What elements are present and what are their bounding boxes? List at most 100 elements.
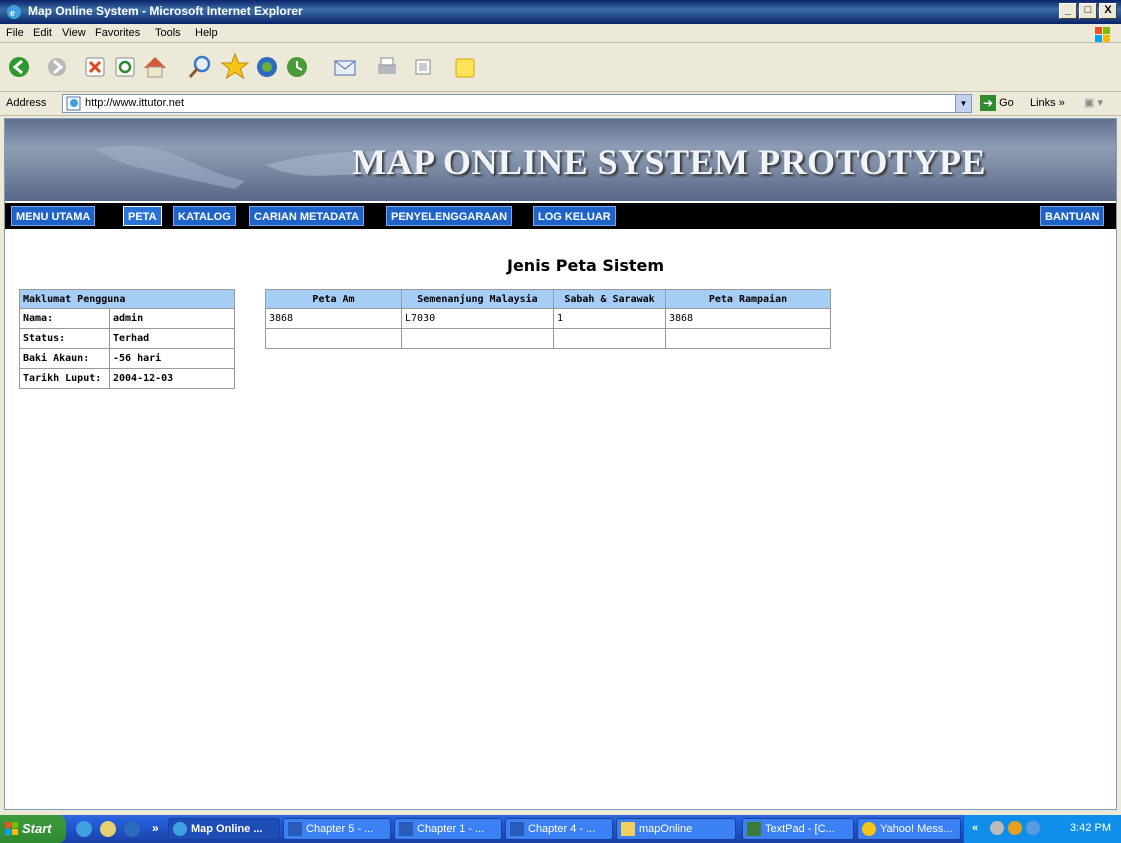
user-info-header: Maklumat Pengguna <box>19 289 235 309</box>
page-icon <box>66 96 81 111</box>
back-icon[interactable] <box>6 50 36 84</box>
page-viewport: MAP ONLINE SYSTEM PROTOTYPE MENU UTAMA P… <box>4 118 1117 810</box>
table-row: Status: Terhad <box>19 328 235 349</box>
svg-text:e: e <box>10 7 15 19</box>
table-cell: 1 <box>553 308 666 329</box>
menu-edit[interactable]: Edit <box>33 27 52 39</box>
word-doc-icon <box>399 822 413 836</box>
history-icon[interactable] <box>282 50 312 84</box>
start-label: Start <box>22 821 52 836</box>
address-label: Address <box>6 97 47 109</box>
notes-icon[interactable] <box>450 50 480 84</box>
task-label: Chapter 1 - ... <box>417 823 485 835</box>
nav-penyelenggaraan[interactable]: PENYELENGGARAAN <box>386 206 513 226</box>
table-row: 3868 L7030 1 3868 <box>265 308 831 329</box>
task-label: Map Online ... <box>191 823 263 835</box>
column-header: Semenanjung Malaysia <box>401 289 554 309</box>
user-field-label: Tarikh Luput: <box>19 368 110 389</box>
word-doc-icon <box>510 822 524 836</box>
nav-bantuan[interactable]: BANTUAN <box>1040 206 1105 226</box>
main-nav: MENU UTAMA PETA KATALOG CARIAN METADATA … <box>5 203 1116 229</box>
tray-messenger-icon[interactable] <box>1026 821 1040 835</box>
media-icon[interactable] <box>252 50 282 84</box>
address-input[interactable]: http://www.ittutor.net ▼ <box>62 94 972 113</box>
search-icon[interactable] <box>185 50 215 84</box>
edit-page-icon[interactable] <box>408 50 438 84</box>
task-label: TextPad - [C... <box>765 823 835 835</box>
table-row: Tarikh Luput: 2004-12-03 <box>19 368 235 389</box>
tray-network-icon[interactable] <box>1008 821 1022 835</box>
task-chapter-1[interactable]: Chapter 1 - ... <box>394 818 502 840</box>
go-arrow-icon: ➔ <box>980 95 996 111</box>
title-bar: e Map Online System - Microsoft Internet… <box>0 0 1121 24</box>
quicklaunch-ie-icon[interactable] <box>76 821 92 837</box>
mail-icon[interactable] <box>330 50 360 84</box>
tray-app-icon[interactable] <box>990 821 1004 835</box>
table-cell: 3868 <box>265 308 402 329</box>
menu-help[interactable]: Help <box>195 27 218 39</box>
table-cell <box>553 328 666 349</box>
yahoo-messenger-icon <box>862 822 876 836</box>
window-title: Map Online System - Microsoft Internet E… <box>28 4 303 18</box>
favorites-star-icon[interactable] <box>220 50 250 84</box>
user-field-value: admin <box>109 308 235 329</box>
menu-view[interactable]: View <box>62 27 86 39</box>
address-dropdown-icon[interactable]: ▼ <box>955 95 971 112</box>
print-icon[interactable] <box>372 50 402 84</box>
ie-icon <box>173 822 187 836</box>
menu-tools[interactable]: Tools <box>155 27 181 39</box>
links-button[interactable]: Links » <box>1030 97 1065 109</box>
quicklaunch-desktop-icon[interactable] <box>100 821 116 837</box>
nav-menu-utama[interactable]: MENU UTAMA <box>11 206 96 226</box>
task-textpad[interactable]: TextPad - [C... <box>742 818 854 840</box>
page-title: Jenis Peta Sistem <box>507 256 665 275</box>
nav-log-keluar[interactable]: LOG KELUAR <box>533 206 616 226</box>
quicklaunch-more-icon[interactable]: » <box>152 821 159 835</box>
refresh-icon[interactable] <box>110 50 140 84</box>
user-field-label: Nama: <box>19 308 110 329</box>
close-button[interactable]: X <box>1099 3 1117 19</box>
task-label: mapOnline <box>639 823 693 835</box>
ie-icon: e <box>7 5 21 19</box>
go-button[interactable]: ➔ Go <box>980 95 1014 111</box>
task-label: Yahoo! Mess... <box>880 823 953 835</box>
column-header: Peta Am <box>265 289 402 309</box>
minimize-button[interactable]: _ <box>1059 3 1077 19</box>
toolbar-extension-icon[interactable]: ▣ ▾ <box>1084 96 1103 109</box>
quicklaunch-media-icon[interactable] <box>124 821 140 837</box>
menu-file[interactable]: File <box>6 27 24 39</box>
toolbar <box>0 44 1121 92</box>
system-tray: « 3:42 PM <box>963 815 1121 843</box>
textpad-icon <box>747 822 761 836</box>
go-label: Go <box>999 96 1014 109</box>
task-label: Chapter 4 - ... <box>528 823 596 835</box>
site-banner: MAP ONLINE SYSTEM PROTOTYPE <box>5 119 1116 201</box>
tray-clock: 3:42 PM <box>1070 822 1111 834</box>
nav-katalog[interactable]: KATALOG <box>173 206 236 226</box>
menu-favorites[interactable]: Favorites <box>95 27 140 39</box>
stop-icon[interactable] <box>80 50 110 84</box>
nav-peta[interactable]: PETA <box>123 206 162 226</box>
forward-icon[interactable] <box>44 50 74 84</box>
column-header: Peta Rampaian <box>665 289 831 309</box>
taskbar: Start » Map Online ... Chapter 5 - ... C… <box>0 815 1121 843</box>
start-button[interactable]: Start <box>0 815 66 843</box>
task-maponline-folder[interactable]: mapOnline <box>616 818 736 840</box>
windows-flag-icon <box>5 822 18 835</box>
table-row <box>265 328 831 349</box>
user-field-label: Status: <box>19 328 110 349</box>
task-yahoo-messenger[interactable]: Yahoo! Mess... <box>857 818 961 840</box>
tray-expand-icon[interactable]: « <box>972 822 978 834</box>
maximize-button[interactable]: □ <box>1079 3 1097 19</box>
table-cell <box>265 328 402 349</box>
table-cell <box>401 328 554 349</box>
home-icon[interactable] <box>140 50 170 84</box>
word-doc-icon <box>288 822 302 836</box>
map-types-table: Peta Am Semenanjung Malaysia Sabah & Sar… <box>265 289 831 349</box>
nav-carian-metadata[interactable]: CARIAN METADATA <box>249 206 365 226</box>
task-map-online[interactable]: Map Online ... <box>168 818 280 840</box>
banner-title: MAP ONLINE SYSTEM PROTOTYPE <box>352 142 986 182</box>
task-chapter-4[interactable]: Chapter 4 - ... <box>505 818 613 840</box>
user-field-label: Baki Akaun: <box>19 348 110 369</box>
task-chapter-5[interactable]: Chapter 5 - ... <box>283 818 391 840</box>
